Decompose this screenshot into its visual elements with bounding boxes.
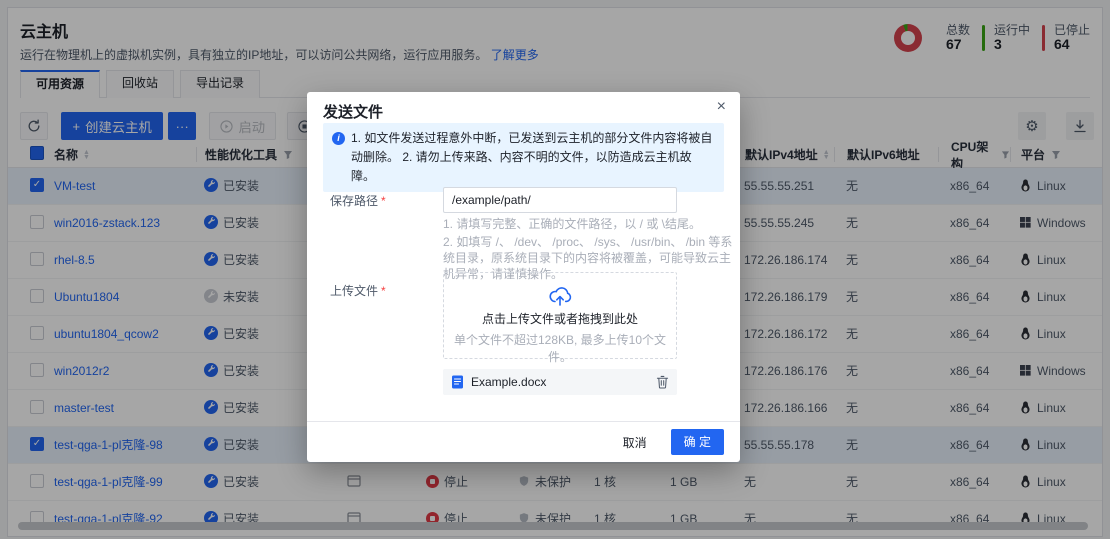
required-asterisk: * [381, 194, 386, 208]
dialog-footer: 取消 确 定 [307, 421, 740, 462]
confirm-button[interactable]: 确 定 [671, 429, 724, 455]
document-icon [451, 375, 464, 389]
cloud-upload-icon [548, 285, 572, 307]
dropzone-main-text: 点击上传文件或者拖拽到此处 [444, 310, 676, 327]
save-path-input[interactable] [443, 187, 677, 213]
info-icon: i [332, 132, 345, 145]
save-path-label: 保存路径* [330, 192, 386, 209]
trash-icon [656, 375, 669, 389]
required-asterisk: * [381, 284, 386, 298]
send-file-dialog: 发送文件 × i 1. 如文件发送过程意外中断，已发送到云主机的部分文件内容将被… [307, 92, 740, 462]
dropzone-sub-text: 单个文件不超过128KB, 最多上传10个文件。 [444, 331, 676, 365]
info-alert-text: 1. 如文件发送过程意外中断，已发送到云主机的部分文件内容将被自动删除。 2. … [351, 131, 712, 183]
uploaded-file-name: Example.docx [471, 375, 649, 389]
save-path-hint-1: 1. 请填写完整、正确的文件路径，以 / 或 \结尾。 [443, 216, 737, 232]
upload-file-label: 上传文件* [330, 282, 386, 299]
file-dropzone[interactable]: 点击上传文件或者拖拽到此处 单个文件不超过128KB, 最多上传10个文件。 [443, 272, 677, 359]
close-icon[interactable]: × [717, 98, 726, 116]
uploaded-file-item: Example.docx [443, 369, 677, 395]
dialog-title: 发送文件 [323, 101, 383, 122]
delete-file-button[interactable] [656, 375, 669, 389]
info-alert: i 1. 如文件发送过程意外中断，已发送到云主机的部分文件内容将被自动删除。 2… [323, 123, 724, 192]
cancel-button[interactable]: 取消 [623, 434, 647, 451]
